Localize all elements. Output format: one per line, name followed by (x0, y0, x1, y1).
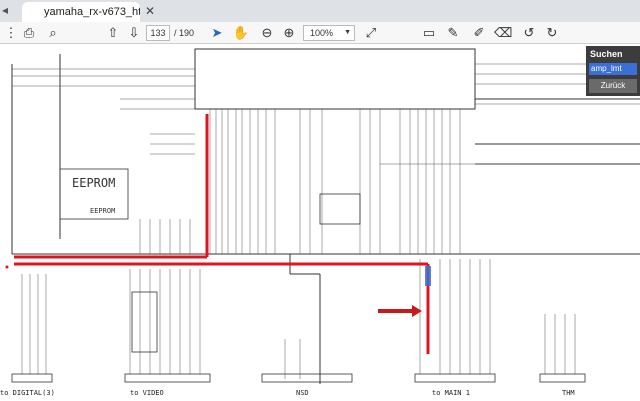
label-digital: to DIGITAL(3) (0, 389, 55, 397)
eeprom-heading: EEPROM (72, 176, 116, 190)
label-video: to VIDEO (130, 389, 164, 397)
zoom-in-icon[interactable]: ⊕ (280, 25, 298, 41)
erase-icon[interactable]: ⌫ (494, 25, 512, 41)
eeprom-subheading: EEPROM (90, 207, 116, 215)
pdf-page: EEPROM EEPROM to DIGITAL(3) to VIDEO NSD… (0, 44, 640, 401)
tab-title: yamaha_rx-v673_ht... (44, 6, 140, 18)
tab-close-icon[interactable]: ✕ (145, 4, 155, 18)
schematic-drawing (5, 48, 640, 384)
search-panel: Suchen amp_lmt Zurück (586, 46, 640, 96)
zoom-select[interactable]: 100% ▼ (303, 25, 355, 41)
pdf-toolbar: ⋮ ⎙ ⌕ ⇧ ⇩ 133 / 190 ➤ ✋ ⊖ ⊕ 100% ▼ ⤢ ▭ ✎… (0, 22, 640, 44)
chevron-down-icon: ▼ (344, 29, 351, 36)
draw-icon[interactable]: ✐ (470, 25, 488, 41)
page-up-icon[interactable]: ⇧ (104, 25, 122, 41)
back-arrow-icon[interactable]: ◂ (2, 3, 8, 17)
menu-icon[interactable]: ⋮ (2, 25, 20, 41)
select-cursor-icon[interactable]: ➤ (208, 25, 226, 41)
label-thm: THM (562, 389, 575, 397)
fit-page-icon[interactable]: ⤢ (362, 25, 380, 41)
page-total: / 190 (174, 28, 195, 38)
rotate-right-icon[interactable]: ↻ (543, 25, 561, 41)
label-main-1: to MAIN 1 (432, 389, 470, 397)
tab-bar: ◂ yamaha_rx-v673_ht... ✕ (0, 0, 640, 22)
rotate-left-icon[interactable]: ↺ (520, 25, 538, 41)
browser-tab[interactable]: yamaha_rx-v673_ht... (22, 2, 140, 22)
print-icon[interactable]: ⎙ (20, 25, 38, 41)
search-title: Suchen (590, 49, 623, 59)
zoom-out-icon[interactable]: ⊖ (258, 25, 276, 41)
page-down-icon[interactable]: ⇩ (125, 25, 143, 41)
label-nsd: NSD (296, 389, 309, 397)
highlight-icon[interactable]: ✎ (444, 25, 462, 41)
search-input[interactable]: amp_lmt (589, 63, 637, 75)
back-button[interactable]: Zurück (589, 79, 637, 93)
comment-icon[interactable]: ▭ (420, 25, 438, 41)
page-number-input[interactable]: 133 (146, 25, 170, 41)
hand-icon[interactable]: ✋ (232, 25, 250, 41)
zoom-value: 100% (310, 28, 334, 38)
search-icon[interactable]: ⌕ (44, 25, 62, 41)
